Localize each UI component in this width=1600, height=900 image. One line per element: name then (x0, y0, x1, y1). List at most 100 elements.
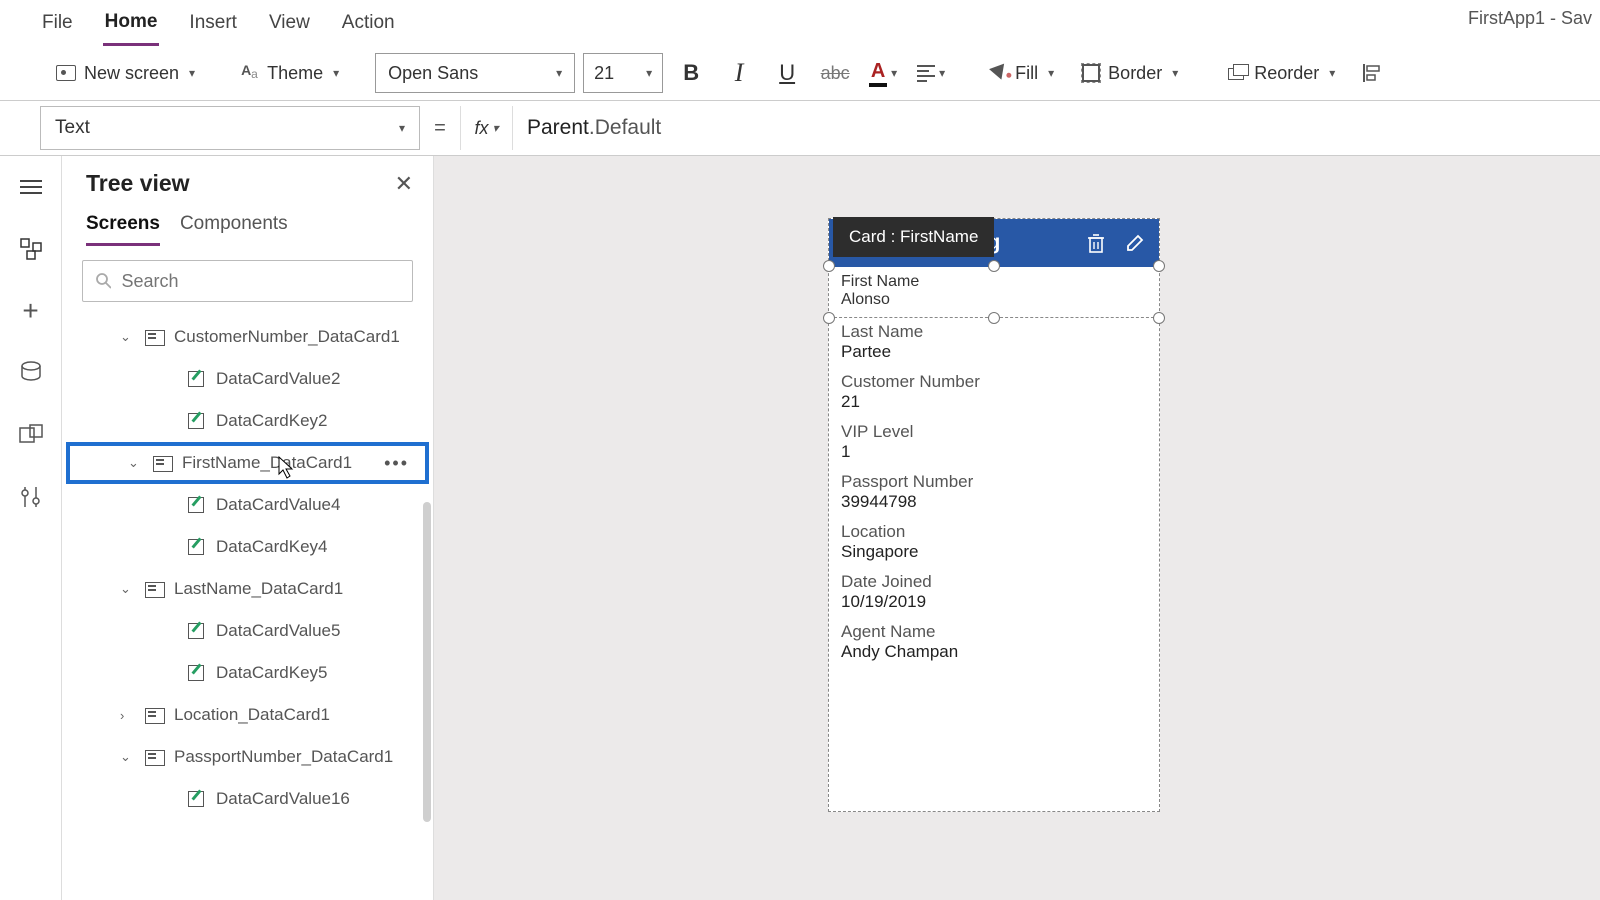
menu-action[interactable]: Action (340, 8, 397, 44)
theme-button[interactable]: Theme ▾ (231, 57, 349, 90)
menu-view[interactable]: View (267, 8, 312, 44)
resize-handle[interactable] (1153, 312, 1165, 324)
field-label: Passport Number (841, 472, 1147, 492)
close-icon[interactable]: ✕ (395, 171, 413, 197)
data-card-vip-level[interactable]: VIP Level1 (829, 418, 1159, 468)
tree-item-label: DataCardKey4 (216, 537, 328, 557)
data-card-location[interactable]: LocationSingapore (829, 518, 1159, 568)
form-preview[interactable]: Card : FirstName ling First NameAlonsoLa… (828, 218, 1160, 812)
tree-view-title: Tree view (86, 170, 190, 197)
search-input[interactable] (82, 260, 413, 302)
bold-button[interactable]: B (671, 53, 711, 93)
edit-icon (186, 370, 206, 388)
field-value: 1 (841, 442, 1147, 462)
tree-item-lastname-datacard1[interactable]: ⌄LastName_DataCard1 (62, 568, 433, 610)
text-align-button[interactable]: ▾ (911, 53, 951, 93)
border-icon (1082, 64, 1100, 82)
tree-list: ⌄CustomerNumber_DataCard1DataCardValue2D… (62, 312, 433, 900)
screen-icon (56, 65, 76, 81)
tree-item-customernumber-datacard1[interactable]: ⌄CustomerNumber_DataCard1 (62, 316, 433, 358)
search-field[interactable] (121, 271, 400, 292)
field-label: Agent Name (841, 622, 1147, 642)
align-icon (917, 65, 935, 82)
reorder-icon (1228, 64, 1246, 82)
chevron-down-icon: ▾ (189, 66, 195, 80)
data-icon[interactable] (18, 360, 44, 386)
font-family-select[interactable]: Open Sans ▾ (375, 53, 575, 93)
scrollbar-thumb[interactable] (423, 502, 431, 822)
hamburger-icon[interactable] (18, 174, 44, 200)
data-card-agent-name[interactable]: Agent NameAndy Champan (829, 618, 1159, 668)
font-color-button[interactable]: A ▾ (863, 53, 903, 93)
bucket-icon (989, 64, 1009, 83)
trash-icon[interactable] (1087, 233, 1105, 253)
tree-item-label: DataCardValue4 (216, 495, 340, 515)
font-size-select[interactable]: 21 ▾ (583, 53, 663, 93)
selection-tooltip: Card : FirstName (833, 217, 994, 257)
canvas[interactable]: Card : FirstName ling First NameAlonsoLa… (434, 156, 1600, 900)
data-card-customer-number[interactable]: Customer Number21 (829, 368, 1159, 418)
resize-handle[interactable] (1153, 260, 1165, 272)
chevron-down-icon[interactable]: ⌄ (128, 455, 142, 471)
new-screen-button[interactable]: New screen ▾ (46, 57, 205, 90)
tree-item-passportnumber-datacard1[interactable]: ⌄ PassportNumber_DataCard1 (62, 736, 433, 778)
more-icon[interactable]: ••• (384, 453, 409, 474)
tab-components[interactable]: Components (180, 213, 288, 246)
advanced-icon[interactable] (18, 484, 44, 510)
strikethrough-button[interactable]: abc (815, 53, 855, 93)
tree-item-label: PassportNumber_DataCard1 (174, 747, 393, 767)
align-objects-button[interactable] (1353, 53, 1393, 93)
search-icon (95, 272, 111, 290)
data-card-date-joined[interactable]: Date Joined10/19/2019 (829, 568, 1159, 618)
reorder-button[interactable]: Reorder ▾ (1218, 57, 1345, 90)
menu-file[interactable]: File (40, 8, 75, 44)
data-card-first-name[interactable]: First NameAlonso (829, 267, 1159, 318)
formula-input[interactable]: Parent.Default (512, 106, 1600, 150)
resize-handle[interactable] (988, 260, 1000, 272)
tree-item-datacardkey4[interactable]: DataCardKey4 (62, 526, 433, 568)
resize-handle[interactable] (988, 312, 1000, 324)
edit-icon[interactable] (1125, 233, 1145, 253)
field-label: First Name (841, 273, 1147, 291)
chevron-down-icon[interactable]: ⌄ (120, 749, 134, 765)
font-color-icon: A (869, 60, 887, 87)
data-card-passport-number[interactable]: Passport Number39944798 (829, 468, 1159, 518)
tree-item-datacardvalue16[interactable]: DataCardValue16 (62, 778, 433, 820)
chevron-down-icon[interactable]: ⌄ (120, 581, 134, 597)
tree-item-datacardvalue5[interactable]: DataCardValue5 (62, 610, 433, 652)
data-card-last-name[interactable]: Last NamePartee (829, 318, 1159, 368)
chevron-down-icon[interactable]: ⌄ (120, 329, 134, 345)
resize-handle[interactable] (823, 260, 835, 272)
tree-view-panel: Tree view ✕ Screens Components ⌄Customer… (62, 156, 434, 900)
tree-item-location-datacard1[interactable]: ›Location_DataCard1 (62, 694, 433, 736)
tree-item-datacardkey5[interactable]: DataCardKey5 (62, 652, 433, 694)
theme-label: Theme (267, 63, 323, 84)
menu-home[interactable]: Home (103, 7, 160, 46)
resize-handle[interactable] (823, 312, 835, 324)
border-button[interactable]: Border ▾ (1072, 57, 1188, 90)
app-title: FirstApp1 - Sav (1468, 8, 1592, 29)
underline-button[interactable]: U (767, 53, 807, 93)
theme-icon (241, 64, 259, 82)
align-left-icon (1362, 62, 1384, 84)
property-select[interactable]: Text ▾ (40, 106, 420, 150)
formula-token-member: Default (595, 116, 662, 140)
tree-item-datacardvalue2[interactable]: DataCardValue2 (62, 358, 433, 400)
formula-bar: Text ▾ = fx ▾ Parent.Default (0, 100, 1600, 156)
tree-item-datacardkey2[interactable]: DataCardKey2 (62, 400, 433, 442)
menu-insert[interactable]: Insert (187, 8, 239, 44)
italic-button[interactable]: I (719, 53, 759, 93)
fill-button[interactable]: Fill ▾ (981, 57, 1064, 90)
tab-screens[interactable]: Screens (86, 213, 160, 246)
tree-view-icon[interactable] (18, 236, 44, 262)
media-icon[interactable] (18, 422, 44, 448)
fx-button[interactable]: fx ▾ (460, 106, 512, 150)
tree-item-firstname-datacard1[interactable]: ⌄FirstName_DataCard1••• (66, 442, 429, 484)
tree-item-datacardvalue4[interactable]: DataCardValue4 (62, 484, 433, 526)
insert-icon[interactable]: + (18, 298, 44, 324)
field-value: 39944798 (841, 492, 1147, 512)
chevron-down-icon: ▾ (333, 66, 339, 80)
chevron-right-icon[interactable]: › (120, 708, 134, 723)
chevron-down-icon: ▾ (646, 66, 652, 80)
edit-icon (186, 790, 206, 808)
